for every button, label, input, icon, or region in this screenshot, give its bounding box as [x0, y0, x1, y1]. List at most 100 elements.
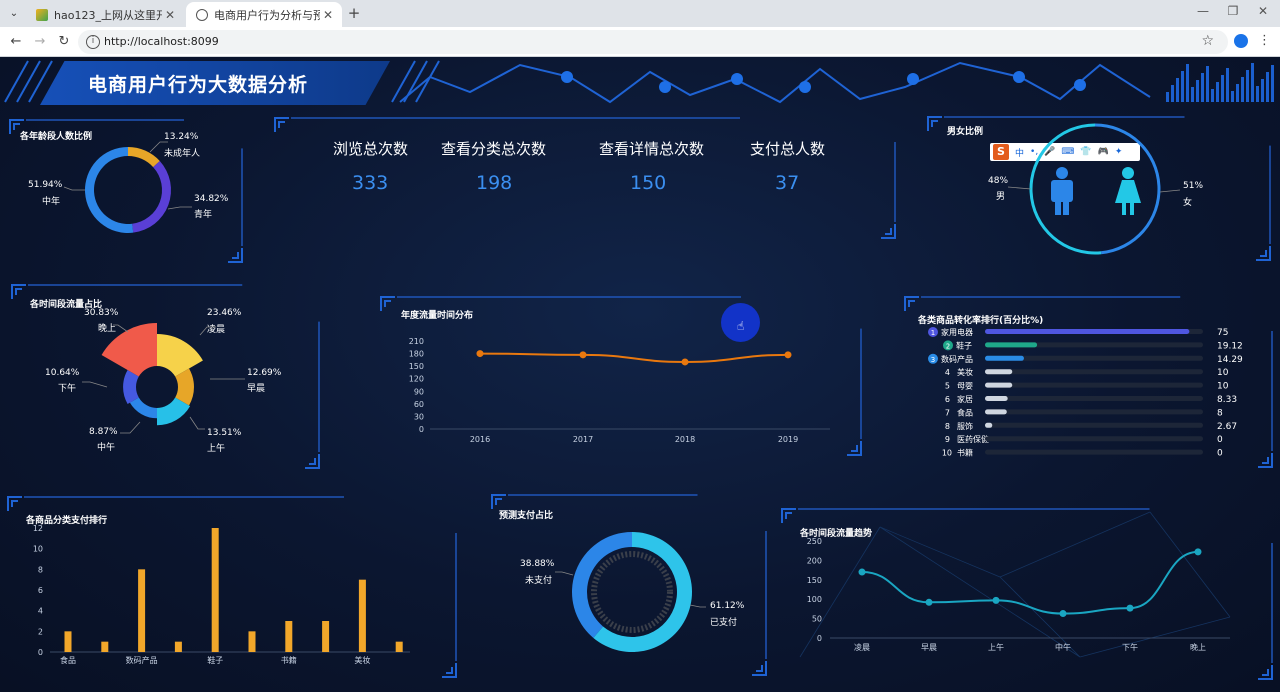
back-arrow-icon[interactable]: ←	[8, 34, 24, 50]
y-axis-tick-label: 200	[807, 556, 822, 565]
rank-bar-track	[985, 409, 1203, 415]
rank-category-label: 鞋子	[956, 340, 972, 350]
female-dress	[1115, 180, 1141, 203]
x-axis-tick-label: 数码产品	[126, 655, 158, 665]
rank-category-label: 母婴	[957, 382, 973, 391]
y-axis-tick-label: 180	[409, 350, 424, 359]
y-axis-tick-label: 150	[807, 576, 822, 585]
yearly-flow-point	[476, 350, 484, 358]
tab-hao123[interactable]: hao123_上网从这里开始 ✕	[26, 2, 184, 27]
dashboard-page: 电商用户行为大数据分析 浏览总次数 333 查看分类总次数 198 查看详情总次…	[0, 57, 1280, 692]
profile-avatar-icon[interactable]	[1234, 34, 1248, 48]
age-donut-slice	[128, 147, 160, 168]
rank-category-label: 食品	[957, 407, 973, 417]
male-leg	[1063, 200, 1069, 215]
payment-bar	[358, 579, 366, 652]
label-leader-line	[149, 141, 168, 153]
rank-category-label: 医药保健	[957, 434, 989, 444]
female-leg	[1130, 203, 1134, 215]
rank-value-label: 10	[1217, 382, 1229, 392]
rank-number: 7	[945, 408, 950, 417]
x-axis-tick-label: 2019	[778, 435, 798, 444]
timeslot-trend-point	[925, 598, 933, 606]
rank-bar-track	[985, 382, 1203, 388]
forward-arrow-icon[interactable]: →	[32, 34, 48, 50]
pay-ring-slice	[572, 532, 632, 638]
minimize-icon[interactable]: —	[1188, 4, 1218, 18]
hao123-favicon-icon	[36, 8, 48, 21]
rose-slice	[129, 397, 157, 419]
rank-bar-track	[985, 436, 1203, 442]
close-icon[interactable]: ✕	[320, 8, 336, 22]
close-icon[interactable]: ✕	[162, 8, 178, 22]
rank-bar-fill	[985, 422, 993, 428]
x-axis-tick-label: 2017	[573, 435, 593, 444]
rank-value-label: 14.29	[1217, 355, 1243, 365]
y-axis-tick-label: 0	[817, 634, 822, 643]
site-info-icon[interactable]: i	[86, 35, 100, 49]
y-axis-tick-label: 90	[414, 387, 424, 396]
x-axis-tick-label: 凌晨	[854, 642, 870, 652]
rank-bar-fill	[985, 396, 1008, 401]
x-axis-tick-label: 下午	[1122, 642, 1138, 652]
rank-category-label: 书籍	[957, 448, 973, 458]
timeslot-trend-point	[992, 596, 1000, 604]
age-donut-slice	[84, 147, 134, 233]
network-bg-line	[879, 526, 1001, 578]
x-axis-tick-label: 中午	[1055, 642, 1071, 652]
x-axis-tick-label: 晚上	[1190, 642, 1206, 652]
y-axis-tick-label: 210	[409, 337, 424, 346]
rank-bar-track	[985, 396, 1203, 401]
label-leader-line	[167, 206, 192, 210]
x-axis-tick-label: 早晨	[921, 643, 937, 652]
x-axis-tick-label: 食品	[60, 655, 76, 665]
y-axis-tick-label: 60	[414, 400, 424, 409]
window-close-icon[interactable]: ✕	[1248, 4, 1278, 18]
male-leg	[1055, 200, 1061, 215]
y-axis-tick-label: 30	[414, 412, 424, 421]
label-leader-line	[1159, 189, 1181, 193]
male-body	[1051, 180, 1073, 202]
y-axis-tick-label: 50	[812, 615, 822, 624]
y-axis-tick-label: 6	[38, 586, 43, 595]
rank-bar-track	[985, 422, 1203, 428]
rank-category-label: 家用电器	[941, 327, 973, 337]
rank-bar-fill	[985, 409, 1007, 415]
rank-bar-track	[985, 449, 1203, 455]
payment-bar	[285, 621, 293, 652]
label-leader-line	[63, 186, 85, 191]
y-axis-tick-label: 4	[38, 607, 43, 616]
restore-icon[interactable]: ❐	[1218, 4, 1248, 18]
female-leg	[1122, 203, 1126, 215]
bookmark-star-icon[interactable]: ☆	[1201, 33, 1214, 49]
globe-icon	[196, 8, 208, 21]
timeslot-trend-point	[1059, 610, 1067, 618]
more-menu-icon[interactable]: ⋮	[1258, 33, 1271, 48]
rank-bar-fill	[985, 329, 1190, 334]
label-leader-line	[199, 326, 216, 336]
browser-tab-bar: ⌄ hao123_上网从这里开始 ✕ 电商用户行为分析与预测 ✕ + — ❐ ✕	[0, 0, 1280, 27]
x-axis-tick-label: 2018	[675, 435, 695, 444]
male-figure-icon	[1051, 167, 1073, 215]
yearly-flow-point	[784, 351, 792, 359]
female-head	[1122, 167, 1134, 179]
tab-search-icon[interactable]: ⌄	[6, 6, 22, 22]
new-tab-plus-icon[interactable]: +	[346, 5, 362, 21]
rank-value-label: 8.33	[1217, 395, 1237, 405]
charts-layer: 03060901201501802102016 2017 2018 20191 家用电器…	[33, 123, 1243, 665]
timeslot-trend-line	[861, 550, 1199, 615]
male-head	[1056, 167, 1068, 179]
female-figure-icon	[1115, 167, 1141, 215]
timeslot-trend-point	[1194, 548, 1202, 556]
y-axis-tick-label: 150	[409, 362, 424, 371]
tab-dashboard[interactable]: 电商用户行为分析与预测 ✕	[186, 2, 342, 27]
address-bar[interactable]: i http://localhost:8099 ☆	[78, 30, 1228, 54]
tab-label: hao123_上网从这里开始	[54, 8, 162, 22]
hand-cursor-icon: ☝	[737, 319, 745, 333]
network-bg-line	[999, 511, 1151, 578]
rank-value-label: 2.67	[1217, 422, 1237, 432]
label-leader-line	[189, 416, 205, 430]
label-leader-line	[555, 571, 574, 576]
reload-icon[interactable]: ↻	[56, 34, 72, 50]
x-axis-tick-label: 鞋子	[207, 655, 223, 665]
